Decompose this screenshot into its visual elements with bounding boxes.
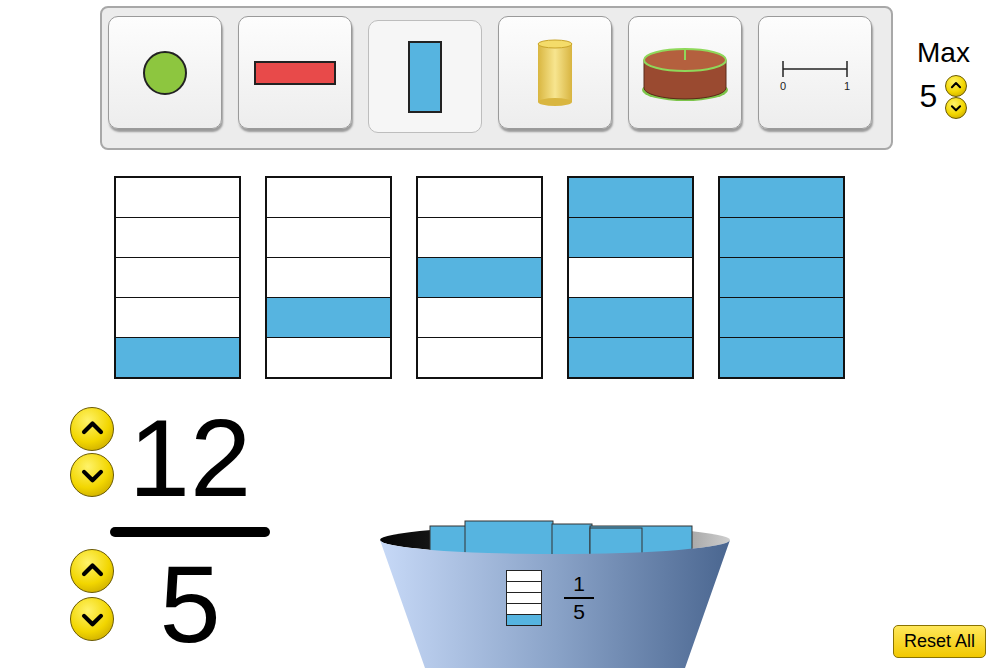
chevron-down-icon [949, 101, 963, 115]
numerator-controls [70, 401, 110, 527]
shape-toolbar: 01 [100, 6, 893, 150]
max-value: 5 [920, 79, 938, 114]
container-cell[interactable] [267, 257, 390, 297]
chevron-up-icon [78, 415, 107, 444]
denominator: 5 [110, 549, 270, 668]
horizontal-bar-icon [254, 61, 336, 85]
shape-button[interactable] [108, 16, 222, 129]
shape-button[interactable] [498, 16, 612, 129]
vertical-bar-icon [408, 41, 442, 113]
container-cell[interactable] [418, 178, 541, 217]
max-spinner [945, 75, 967, 119]
container-cell[interactable] [116, 178, 239, 217]
container-row [0, 176, 995, 379]
container-cell[interactable] [569, 297, 692, 337]
numerator: 12 [110, 403, 270, 527]
bucket-numerator: 1 [573, 573, 585, 595]
container-cell[interactable] [720, 178, 843, 217]
chevron-up-icon [949, 79, 963, 93]
svg-text:0: 0 [780, 80, 786, 92]
fraction-container[interactable] [416, 176, 543, 379]
fraction-bar [110, 527, 270, 537]
container-cell[interactable] [418, 297, 541, 337]
piece-bucket[interactable]: 15 [380, 518, 730, 668]
chevron-down-icon [78, 605, 107, 634]
container-cell[interactable] [267, 297, 390, 337]
container-cell[interactable] [418, 337, 541, 377]
decrement-button[interactable] [945, 97, 967, 119]
increment-button[interactable] [70, 407, 114, 451]
denominator-controls [70, 537, 110, 668]
fraction-container[interactable] [265, 176, 392, 379]
number-line-icon: 01 [777, 51, 853, 95]
denominator-spinner [70, 549, 114, 641]
container-cell[interactable] [569, 178, 692, 217]
bucket-fraction-bar [564, 597, 594, 599]
fraction-container[interactable] [718, 176, 845, 379]
bucket-fraction: 15 [564, 573, 594, 623]
chevron-down-icon [78, 461, 107, 490]
bucket-drawing [380, 518, 730, 668]
increment-button[interactable] [70, 549, 114, 593]
decrement-button[interactable] [70, 453, 114, 497]
max-row: 5 [920, 75, 968, 119]
chevron-up-icon [78, 557, 107, 586]
container-cell[interactable] [418, 217, 541, 257]
increment-button[interactable] [945, 75, 967, 97]
shape-button[interactable]: 01 [758, 16, 872, 129]
fraction-display: 125 [70, 401, 270, 668]
shape-button[interactable] [368, 20, 482, 133]
container-cell[interactable] [569, 217, 692, 257]
container-cell[interactable] [720, 257, 843, 297]
bucket-denominator: 5 [573, 601, 585, 623]
shape-button[interactable] [238, 16, 352, 129]
bottom-row: 12515Reset All [0, 401, 995, 668]
container-cell[interactable] [720, 337, 843, 377]
fraction-container[interactable] [114, 176, 241, 379]
container-cell[interactable] [116, 297, 239, 337]
max-label: Max [917, 38, 970, 69]
bucket-label: 15 [380, 570, 730, 626]
max-control: Max 5 [917, 38, 970, 150]
top-row: 01Max5 [0, 0, 995, 150]
container-cell[interactable] [720, 297, 843, 337]
container-cell[interactable] [116, 337, 239, 377]
fractions-screen: 01Max512515Reset All [0, 0, 995, 668]
shape-button[interactable] [628, 16, 742, 129]
container-cell[interactable] [267, 337, 390, 377]
container-cell[interactable] [116, 257, 239, 297]
cylinder-icon [535, 38, 575, 108]
cake-icon [639, 42, 731, 104]
numerator-spinner [70, 407, 114, 497]
reset-all-button[interactable]: Reset All [893, 625, 986, 658]
container-cell[interactable] [116, 217, 239, 257]
container-cell[interactable] [267, 217, 390, 257]
container-cell[interactable] [267, 178, 390, 217]
mini-bar-icon [506, 570, 542, 626]
container-cell[interactable] [418, 257, 541, 297]
decrement-button[interactable] [70, 597, 114, 641]
container-cell[interactable] [569, 337, 692, 377]
container-cell[interactable] [720, 217, 843, 257]
container-cell[interactable] [569, 257, 692, 297]
circle-icon [143, 51, 187, 95]
fraction-container[interactable] [567, 176, 694, 379]
svg-text:1: 1 [844, 80, 850, 92]
